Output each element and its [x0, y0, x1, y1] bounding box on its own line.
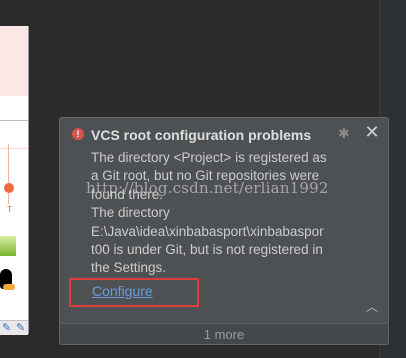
chart-axis — [8, 144, 9, 204]
message-line: The directory — [91, 205, 170, 221]
message-line: found there. — [91, 186, 164, 202]
header-strip — [0, 26, 28, 96]
background-window-panel: T — [0, 26, 29, 334]
message-line: E:\Java\idea\xinbabasport\xinbabaspor — [91, 223, 324, 239]
notification-title: VCS root configuration problems — [91, 127, 312, 143]
divider — [0, 120, 28, 121]
chart-tick: T — [7, 205, 12, 214]
more-notifications-button[interactable]: 1 more — [60, 323, 388, 344]
annotation-highlight-box — [69, 278, 199, 307]
wrench-icon[interactable]: ✎ — [2, 321, 11, 334]
thumbnail-image — [0, 236, 16, 256]
qq-penguin-feet — [3, 284, 15, 290]
background-toolbar: ✎ ✎ — [0, 320, 28, 335]
chart-gridline — [0, 148, 28, 149]
message-line: the Settings. — [91, 260, 167, 276]
chevron-up-icon[interactable]: ︿ — [366, 301, 378, 313]
chart-point — [4, 183, 14, 193]
notification-message: The directory <Project> is registered as… — [91, 149, 377, 278]
gear-icon[interactable]: ✱ — [338, 126, 352, 140]
message-line: t00 is under Git, but is not registered … — [91, 242, 323, 258]
wrench-icon[interactable]: ✎ — [16, 321, 25, 334]
error-icon: ! — [72, 128, 84, 140]
notification-balloon: ! VCS root configuration problems ✱ ✕ Th… — [59, 117, 389, 345]
close-icon[interactable]: ✕ — [364, 123, 380, 141]
message-line: The directory <Project> is registered as — [91, 150, 327, 165]
message-line: a Git root, but no Git repositories were — [91, 168, 320, 184]
